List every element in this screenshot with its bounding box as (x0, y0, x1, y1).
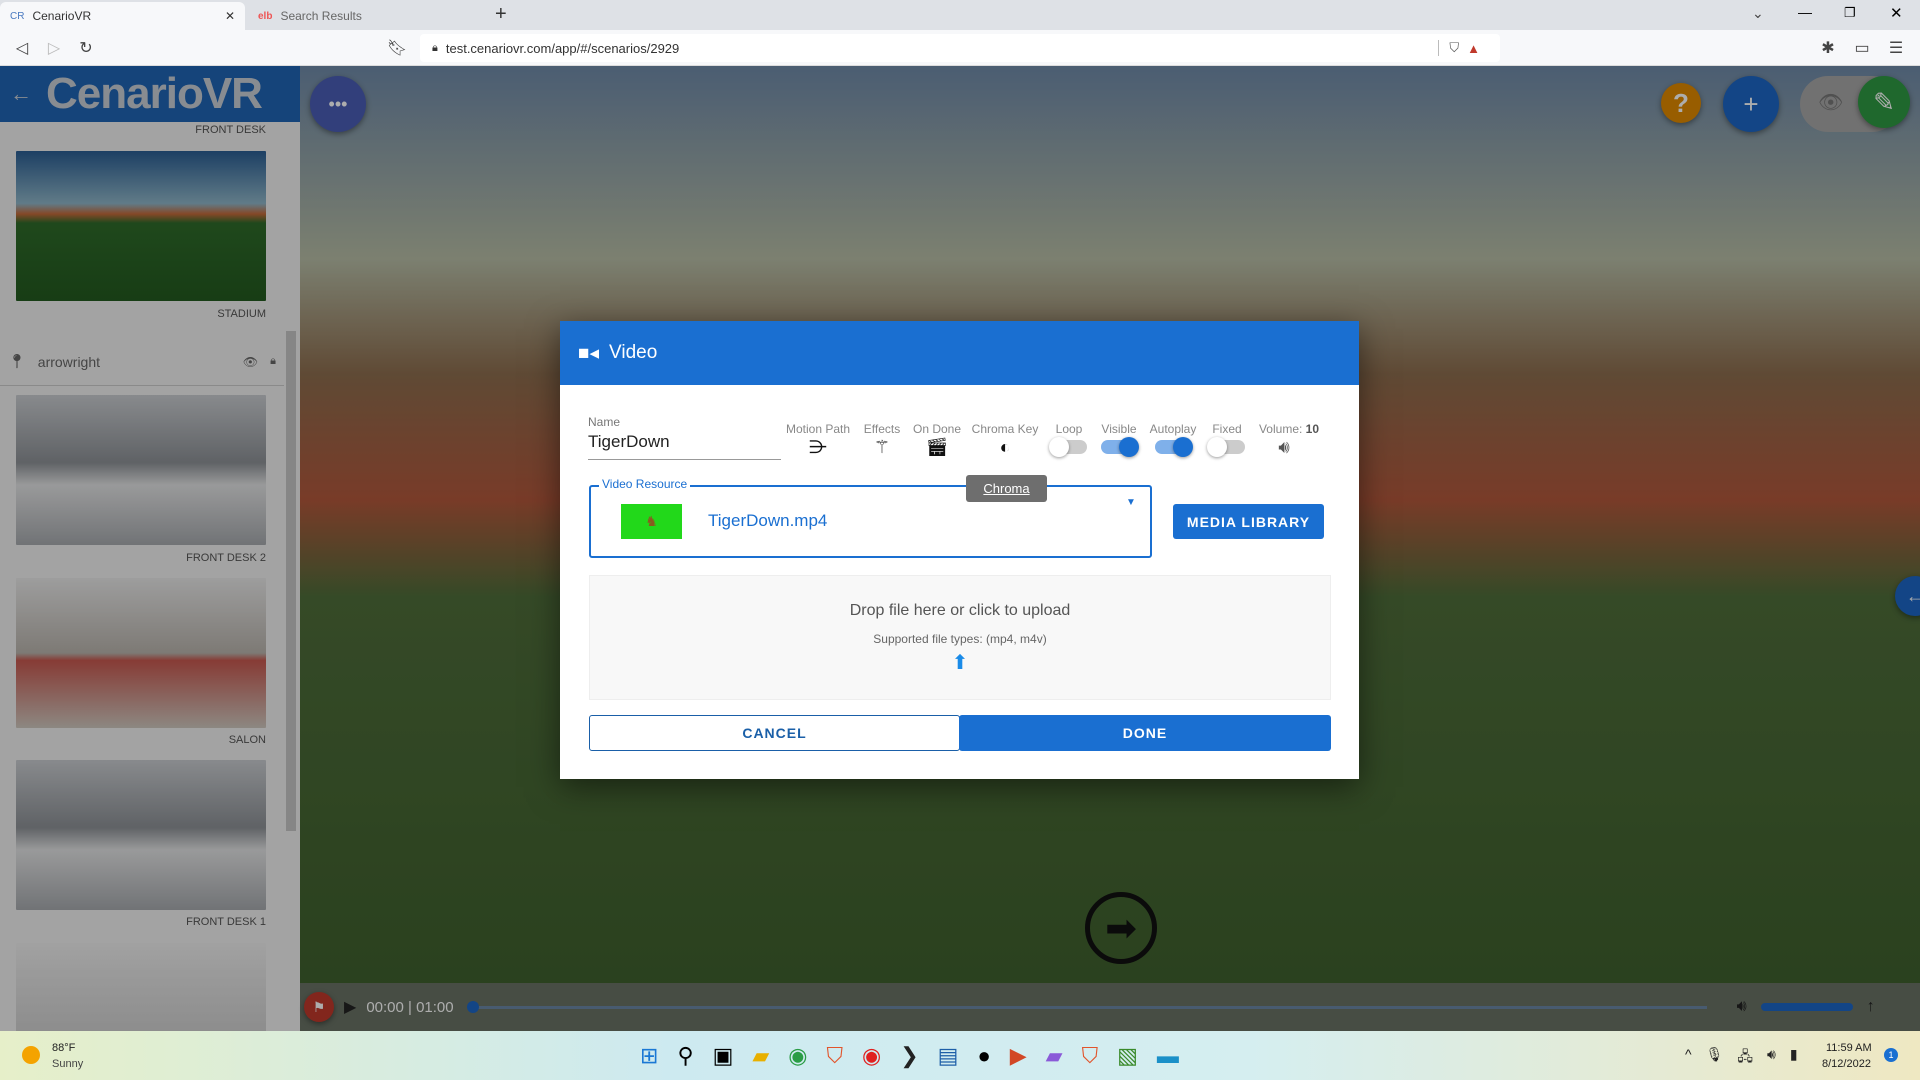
new-tab-icon[interactable]: + (495, 3, 507, 26)
tab-label: CenarioVR (32, 9, 92, 23)
lock-icon: 🔒︎ (432, 41, 438, 54)
brave-icon[interactable]: ⛉ (1082, 1043, 1099, 1069)
magic-wand-icon[interactable]: ⚚ (874, 437, 890, 458)
file-drop-zone[interactable]: Drop file here or click to upload Suppor… (589, 575, 1331, 700)
effects-label: Effects (863, 422, 901, 436)
minimize-icon[interactable]: — (1798, 4, 1812, 20)
on-done-label: On Done (912, 422, 962, 436)
close-tab-icon[interactable]: ✕ (225, 9, 235, 23)
visible-label: Visible (1101, 422, 1137, 436)
weather-text[interactable]: Sunny (52, 1058, 83, 1070)
name-label: Name (588, 415, 621, 429)
file-explorer-icon[interactable]: ▰ (752, 1043, 769, 1069)
search-icon[interactable]: ⚲ (677, 1043, 693, 1069)
network-icon[interactable]: 🖧︎ (1737, 1046, 1753, 1070)
motion-path-icon[interactable]: ⋺ (809, 437, 827, 458)
reload-icon[interactable]: ↻ (74, 36, 98, 60)
browser-tab-bar: CR CenarioVR ✕ elb Search Results + ⌄ — … (0, 0, 1920, 30)
video-resource-select[interactable]: Video Resource ♞ TigerDown.mp4 ▼ (589, 477, 1152, 558)
chrome-icon[interactable]: ◉ (788, 1043, 807, 1069)
video-resource-label: Video Resource (599, 477, 691, 491)
weather-sun-icon (22, 1046, 40, 1064)
drop-title: Drop file here or click to upload (849, 602, 1071, 619)
tray-chevron-icon[interactable]: ^ (1685, 1046, 1692, 1070)
back-icon[interactable]: ◁ (10, 36, 34, 60)
tab-label: Search Results (280, 9, 362, 23)
youtube-icon[interactable]: ◉ (862, 1043, 881, 1069)
volume-label: Volume: (1258, 422, 1303, 436)
battery-icon[interactable]: ▮ (1790, 1046, 1798, 1070)
notebook-icon[interactable]: ▤ (938, 1043, 959, 1069)
dialog-header: ■◂ Video (560, 321, 1359, 385)
cancel-button[interactable]: CANCEL (589, 715, 960, 751)
menu-icon[interactable]: ☰ (1884, 36, 1908, 60)
media-library-button[interactable]: MEDIA LIBRARY (1173, 504, 1324, 539)
extensions-icon[interactable]: ✱ (1816, 36, 1840, 60)
notification-badge[interactable]: 1 (1884, 1048, 1898, 1062)
dialog-title: Video (609, 342, 658, 363)
elb-favicon-icon: elb (258, 10, 273, 22)
brave-icon[interactable]: ⛉ (826, 1043, 843, 1069)
restore-icon[interactable]: ❐ (1844, 5, 1856, 21)
address-bar[interactable]: 🔒︎ test.cenariovr.com/app/#/scenarios/29… (420, 34, 1500, 62)
loop-toggle[interactable] (1049, 437, 1087, 457)
volume-value: 10 (1305, 422, 1320, 436)
loop-label: Loop (1055, 422, 1083, 436)
dropdown-arrow-icon[interactable]: ▼ (1126, 497, 1136, 508)
fixed-toggle[interactable] (1207, 437, 1245, 457)
video-camera-icon: ■◂ (578, 342, 600, 364)
video-resource-value: TigerDown.mp4 (708, 511, 828, 530)
clock-time[interactable]: 11:59 AM (1826, 1042, 1872, 1054)
chroma-tooltip: Chroma (966, 475, 1047, 502)
autoplay-label: Autoplay (1149, 422, 1197, 436)
close-window-icon[interactable]: ✕ (1890, 4, 1903, 22)
cenariovr-favicon-icon: CR (10, 10, 25, 22)
temperature[interactable]: 88°F (52, 1042, 75, 1054)
volume-icon[interactable]: 🔊︎ (1278, 437, 1289, 458)
upload-icon: ⬆ (951, 652, 969, 674)
powerpoint-icon[interactable]: ▶ (1010, 1043, 1027, 1069)
tab-search-chevron-icon[interactable]: ⌄ (1752, 5, 1764, 22)
name-input[interactable]: TigerDown (588, 432, 781, 460)
plex-icon[interactable]: ❯ (900, 1043, 918, 1069)
wallet-icon[interactable]: ▭ (1850, 36, 1874, 60)
brave-shields-icon[interactable]: ⛉ (1438, 40, 1459, 56)
clapperboard-icon[interactable]: 🎬︎ (926, 437, 949, 458)
app-icon[interactable]: ▬ (1157, 1043, 1179, 1069)
bookmark-icon[interactable]: 🔖︎ (385, 36, 409, 60)
clock-date[interactable]: 8/12/2022 (1822, 1058, 1871, 1070)
microphone-icon[interactable]: 🎙︎ (1706, 1046, 1724, 1070)
visible-toggle[interactable] (1101, 437, 1139, 457)
clipchamp-icon[interactable]: ▰ (1046, 1043, 1063, 1069)
done-button[interactable]: DONE (959, 715, 1331, 751)
start-icon[interactable]: ⊞ (640, 1043, 658, 1069)
tab-search-results[interactable]: elb Search Results (248, 2, 478, 30)
windows-taskbar: 88°F Sunny ⊞ ⚲ ▣ ▰ ◉ ⛉ ◉ ❯ ▤ ● ▶ ▰ ⛉ ▧ ▬… (0, 1031, 1920, 1080)
url-text: test.cenariovr.com/app/#/scenarios/2929 (445, 40, 680, 56)
video-dialog: ■◂ Video Name TigerDown Motion Path Effe… (560, 321, 1359, 779)
video-thumbnail: ♞ (621, 504, 682, 539)
chroma-key-icon[interactable]: ◐ (1000, 437, 1011, 458)
fixed-label: Fixed (1212, 422, 1242, 436)
motion-path-label: Motion Path (785, 422, 851, 436)
speaker-icon[interactable]: 🔊︎ (1767, 1046, 1776, 1070)
brave-rewards-icon[interactable]: ▲ (1467, 41, 1480, 56)
tab-cenariovr[interactable]: CR CenarioVR ✕ (0, 2, 245, 30)
notepad-icon[interactable]: ▧ (1117, 1043, 1138, 1069)
autoplay-toggle[interactable] (1155, 437, 1193, 457)
loom-icon[interactable]: ● (977, 1043, 990, 1069)
chroma-key-label: Chroma Key (971, 422, 1039, 436)
task-view-icon[interactable]: ▣ (713, 1043, 734, 1069)
forward-icon[interactable]: ▷ (42, 36, 66, 60)
taskbar-apps: ⊞ ⚲ ▣ ▰ ◉ ⛉ ◉ ❯ ▤ ● ▶ ▰ ⛉ ▧ ▬ (640, 1043, 1179, 1069)
supported-types: Supported file types: (mp4, m4v) (873, 632, 1047, 646)
system-tray: ^ 🎙︎ 🖧︎ 🔊︎ ▮ (1685, 1046, 1798, 1070)
